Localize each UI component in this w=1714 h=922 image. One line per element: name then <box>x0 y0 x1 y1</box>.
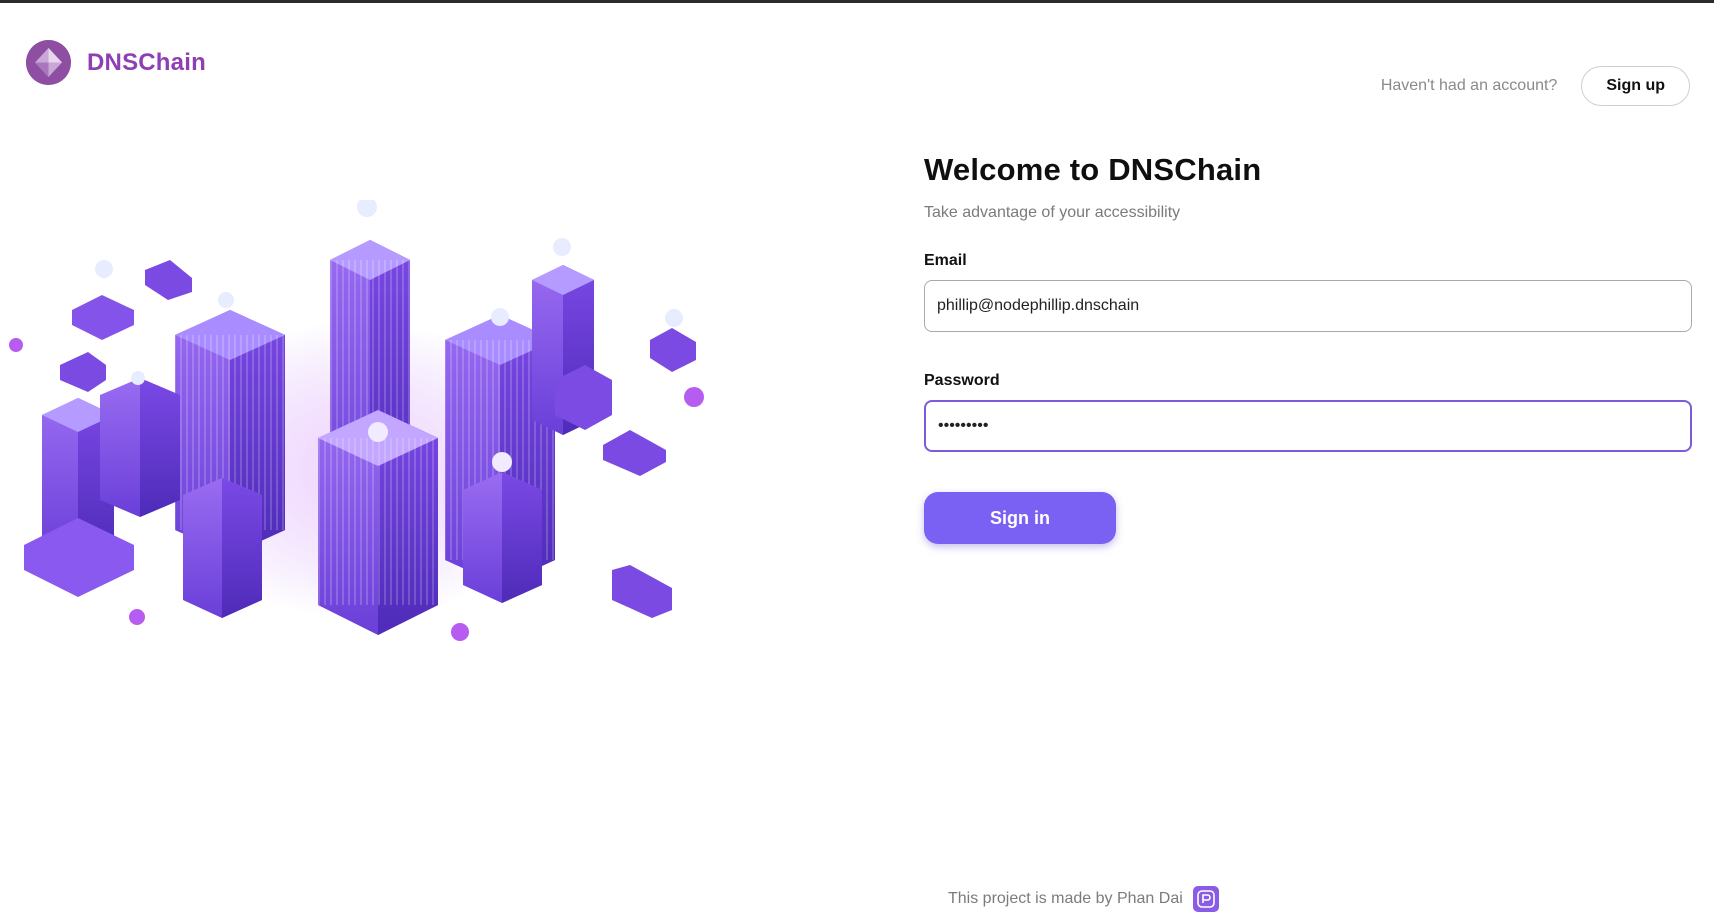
auth-switch: Haven't had an account? Sign up <box>1381 66 1690 106</box>
email-field[interactable] <box>924 280 1692 332</box>
sign-in-form: Welcome to DNSChain Take advantage of yo… <box>924 152 1692 544</box>
password-label: Password <box>924 372 1000 389</box>
sign-in-button[interactable]: Sign in <box>924 492 1116 544</box>
brand[interactable]: DNSChain <box>26 40 206 85</box>
top-border <box>0 0 1714 3</box>
author-badge-icon[interactable] <box>1192 886 1219 912</box>
brand-name: DNSChain <box>87 48 206 76</box>
page-title: Welcome to DNSChain <box>924 152 1262 187</box>
account-question: Haven't had an account? <box>1380 77 1558 94</box>
footer-credit: This project is made by Phan Dai <box>948 890 1183 907</box>
email-label: Email <box>924 252 967 269</box>
footer: This project is made by Phan Dai <box>948 886 1219 912</box>
isometric-city-illustration <box>0 197 790 710</box>
sign-up-button[interactable]: Sign up <box>1581 66 1690 106</box>
page-subtitle: Take advantage of your accessibility <box>924 204 1181 221</box>
diamond-logo-icon <box>26 40 71 85</box>
password-field[interactable] <box>924 400 1692 452</box>
